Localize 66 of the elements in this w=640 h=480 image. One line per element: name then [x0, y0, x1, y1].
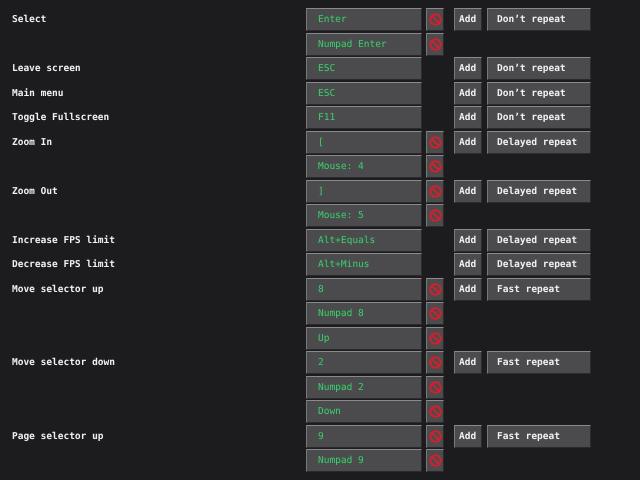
- remove-button[interactable]: [426, 8, 444, 31]
- action-label: Move selector down: [12, 357, 115, 368]
- key-binding-button[interactable]: [: [306, 130, 422, 154]
- repeat-mode-button[interactable]: Delayed repeat: [487, 228, 591, 252]
- remove-button[interactable]: [426, 180, 444, 202]
- action-label: Select: [12, 14, 46, 25]
- action-label: Decrease FPS limit: [12, 259, 115, 270]
- action-label: Leave screen: [12, 63, 81, 74]
- action-label: Toggle Fullscreen: [12, 112, 110, 123]
- key-binding-button[interactable]: Down: [306, 400, 422, 423]
- key-binding-button[interactable]: Mouse: 5: [306, 204, 422, 227]
- remove-button[interactable]: [426, 155, 444, 178]
- key-binding-button[interactable]: Numpad 2: [306, 376, 422, 398]
- action-label: Move selector up: [12, 284, 104, 294]
- repeat-mode-button[interactable]: Delayed repeat: [487, 130, 591, 154]
- key-binding-button[interactable]: 9: [306, 424, 422, 448]
- key-binding-button[interactable]: Numpad 9: [306, 449, 422, 472]
- action-label: Page selector up: [12, 430, 104, 442]
- remove-button[interactable]: [426, 326, 444, 350]
- remove-button[interactable]: [426, 130, 444, 154]
- add-button[interactable]: Add: [454, 82, 482, 104]
- add-button[interactable]: Add: [454, 424, 482, 448]
- add-button[interactable]: Add: [454, 228, 482, 252]
- repeat-mode-button[interactable]: Fast repeat: [487, 424, 591, 448]
- key-binding-button[interactable]: Mouse: 4: [306, 155, 422, 178]
- repeat-mode-button[interactable]: Don’t repeat: [487, 82, 591, 104]
- add-button[interactable]: Add: [454, 253, 482, 276]
- remove-button[interactable]: [426, 449, 444, 472]
- remove-button[interactable]: [426, 302, 444, 325]
- repeat-mode-button[interactable]: Fast repeat: [487, 351, 591, 374]
- add-button[interactable]: Add: [454, 180, 482, 202]
- key-binding-button[interactable]: 2: [306, 351, 422, 374]
- key-binding-button[interactable]: Alt+Minus: [306, 253, 422, 276]
- repeat-mode-button[interactable]: Delayed repeat: [487, 180, 591, 202]
- action-label: Zoom In: [12, 136, 52, 148]
- remove-button[interactable]: [426, 32, 444, 56]
- key-binding-button[interactable]: Numpad 8: [306, 302, 422, 325]
- repeat-mode-button[interactable]: Don’t repeat: [487, 106, 591, 129]
- key-binding-button[interactable]: Numpad Enter: [306, 32, 422, 56]
- remove-button[interactable]: [426, 204, 444, 227]
- key-binding-button[interactable]: ESC: [306, 82, 422, 104]
- add-button[interactable]: Add: [454, 278, 482, 300]
- key-binding-button[interactable]: ]: [306, 180, 422, 202]
- add-button[interactable]: Add: [454, 106, 482, 129]
- add-button[interactable]: Add: [454, 8, 482, 31]
- key-binding-button[interactable]: Enter: [306, 8, 422, 31]
- remove-button[interactable]: [426, 400, 444, 423]
- remove-button[interactable]: [426, 376, 444, 398]
- add-button[interactable]: Add: [454, 130, 482, 154]
- repeat-mode-button[interactable]: Don’t repeat: [487, 57, 591, 80]
- repeat-mode-button[interactable]: Don’t repeat: [487, 8, 591, 31]
- key-binding-button[interactable]: F11: [306, 106, 422, 129]
- action-label: Zoom Out: [12, 186, 58, 196]
- remove-button[interactable]: [426, 424, 444, 448]
- remove-button[interactable]: [426, 351, 444, 374]
- remove-button[interactable]: [426, 278, 444, 300]
- add-button[interactable]: Add: [454, 57, 482, 80]
- key-binding-button[interactable]: Alt+Equals: [306, 228, 422, 252]
- add-button[interactable]: Add: [454, 351, 482, 374]
- key-binding-button[interactable]: 8: [306, 278, 422, 300]
- key-binding-button[interactable]: Up: [306, 326, 422, 350]
- key-binding-button[interactable]: ESC: [306, 57, 422, 80]
- repeat-mode-button[interactable]: Fast repeat: [487, 278, 591, 300]
- action-label: Main menu: [12, 88, 64, 98]
- repeat-mode-button[interactable]: Delayed repeat: [487, 253, 591, 276]
- action-label: Increase FPS limit: [12, 234, 115, 246]
